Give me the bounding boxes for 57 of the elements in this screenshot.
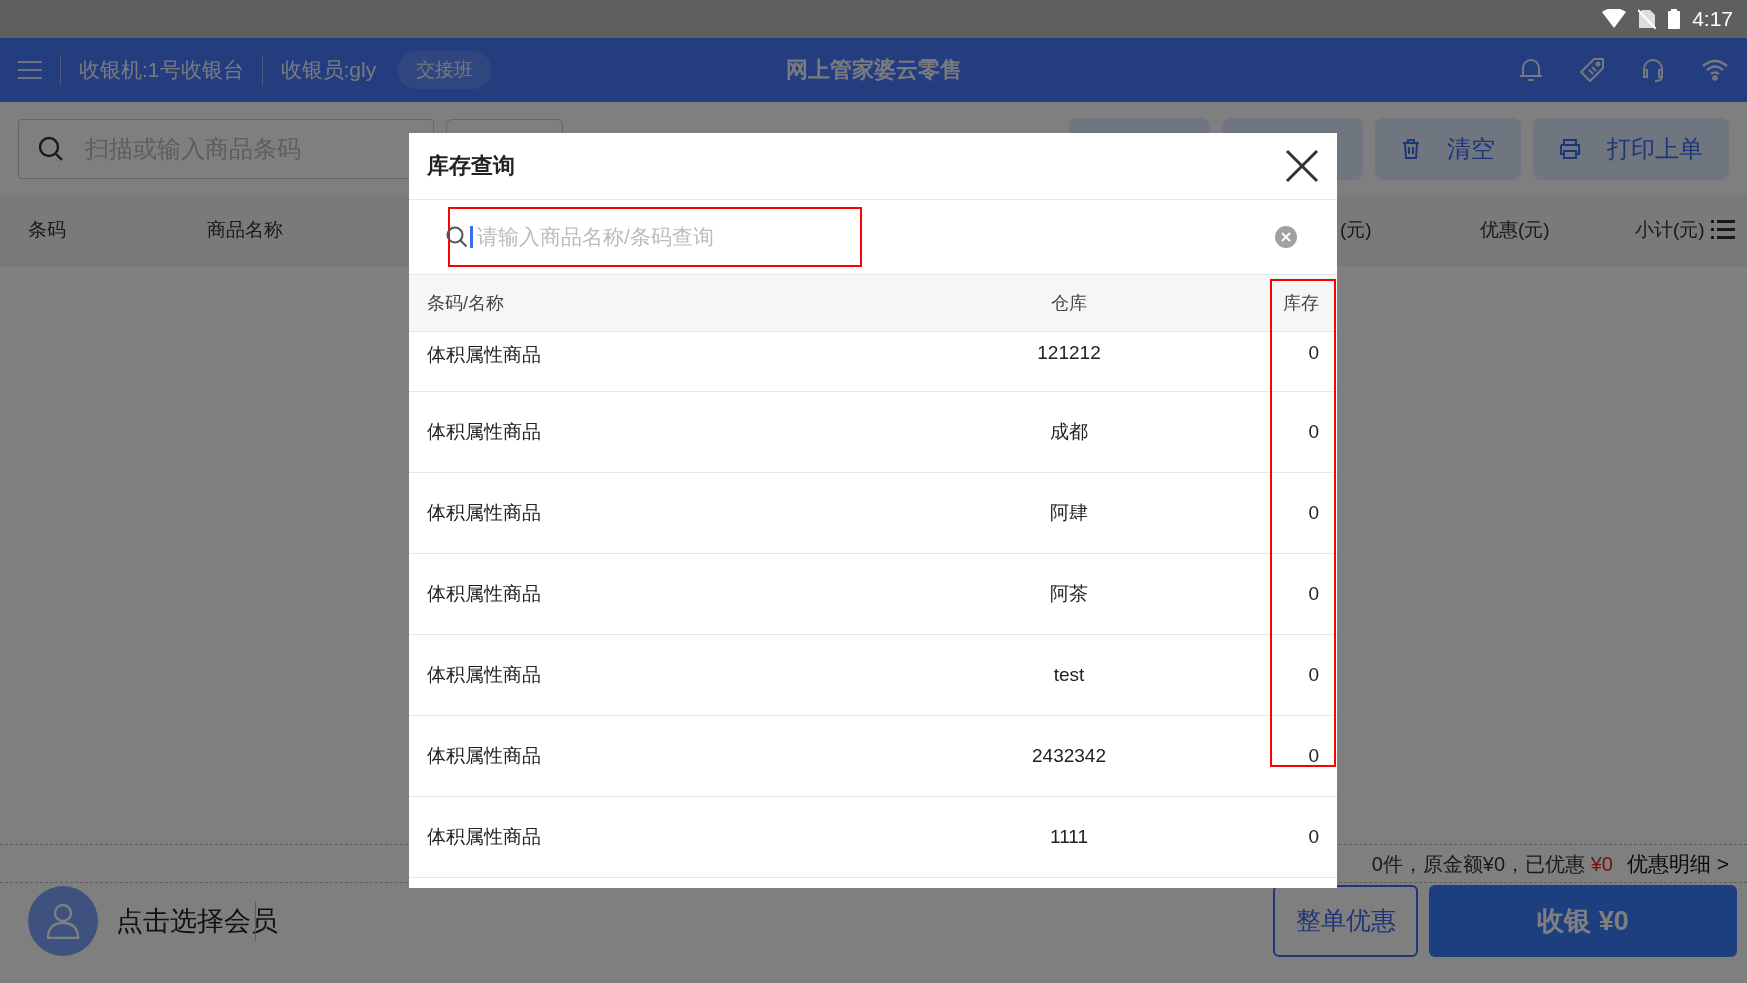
search-icon bbox=[38, 135, 64, 162]
tag-icon[interactable] bbox=[1579, 57, 1605, 83]
printer-icon bbox=[1559, 138, 1581, 159]
warehouse-name: 阿茶 bbox=[1050, 582, 1088, 606]
shift-handover-button[interactable]: 交接班 bbox=[398, 51, 492, 89]
stock-quantity: 0 bbox=[1308, 421, 1319, 443]
warehouse-name: 阿肆 bbox=[1050, 501, 1088, 525]
stock-quantity: 0 bbox=[1308, 826, 1319, 848]
stock-quantity: 0 bbox=[1308, 745, 1319, 767]
product-name: 体积属性商品 bbox=[427, 343, 541, 367]
product-name: 体积属性商品 bbox=[427, 501, 541, 525]
column-header: 仓库 bbox=[1051, 292, 1087, 315]
list-settings-icon[interactable] bbox=[1711, 219, 1735, 241]
product-name: 体积属性商品 bbox=[427, 663, 541, 687]
battery-icon bbox=[1668, 9, 1681, 29]
trash-icon bbox=[1401, 137, 1421, 160]
bell-icon[interactable] bbox=[1519, 57, 1543, 83]
column-header: 商品名称 bbox=[207, 219, 283, 240]
print-button[interactable]: 打印上单 bbox=[1533, 117, 1729, 180]
app-title: 网上管家婆云零售 bbox=[785, 57, 962, 82]
stock-quantity: 0 bbox=[1308, 583, 1319, 605]
discount-detail-link[interactable]: 优惠明细 > bbox=[1626, 850, 1729, 878]
product-name: 体积属性商品 bbox=[427, 420, 541, 444]
warehouse-name: 1111 bbox=[1049, 826, 1088, 848]
stock-quantity: 0 bbox=[1308, 664, 1319, 686]
column-header: 优惠(元) bbox=[1480, 219, 1550, 240]
warehouse-name: test bbox=[1053, 664, 1085, 686]
wifi-icon[interactable] bbox=[1701, 59, 1729, 81]
order-summary: 0件，原金额¥0，已优惠 ¥0 bbox=[1371, 851, 1613, 877]
headset-icon[interactable] bbox=[1641, 57, 1665, 83]
no-sim-icon bbox=[1638, 9, 1657, 29]
column-header: 条码 bbox=[28, 219, 66, 240]
product-name: 体积属性商品 bbox=[427, 825, 541, 849]
column-header: 库存 bbox=[1283, 292, 1319, 315]
column-header: 条码/名称 bbox=[427, 292, 504, 315]
product-name: 体积属性商品 bbox=[427, 582, 541, 606]
select-member-link[interactable]: 点击选择会员 bbox=[116, 902, 278, 939]
status-time: 4:17 bbox=[1692, 7, 1733, 31]
warehouse-name: 2432342 bbox=[1032, 745, 1106, 767]
column-header: 小计(元) bbox=[1635, 219, 1705, 240]
close-icon[interactable] bbox=[1285, 149, 1319, 183]
warehouse-name: 121212 bbox=[1037, 342, 1101, 364]
column-header: (元) bbox=[1340, 219, 1372, 240]
checkout-button[interactable]: 收银 ¥0 bbox=[1429, 884, 1737, 957]
search-icon bbox=[446, 226, 468, 248]
cashier-label: 收银员:gly bbox=[279, 57, 378, 83]
product-search-field[interactable]: 请输入商品名称/条码查询 bbox=[448, 207, 862, 267]
order-discount-button[interactable]: 整单优惠 bbox=[1273, 884, 1418, 957]
wifi-signal-icon bbox=[1602, 9, 1627, 29]
clear-button[interactable]: 清空 bbox=[1375, 117, 1521, 180]
clear-input-icon[interactable] bbox=[1275, 226, 1297, 248]
stock-quantity: 0 bbox=[1308, 342, 1319, 364]
product-name: 体积属性商品 bbox=[427, 744, 541, 768]
menu-icon[interactable] bbox=[18, 60, 42, 80]
stock-quantity: 0 bbox=[1308, 502, 1319, 524]
warehouse-name: 成都 bbox=[1050, 420, 1088, 444]
register-label: 收银机:1号收银台 bbox=[78, 57, 245, 83]
